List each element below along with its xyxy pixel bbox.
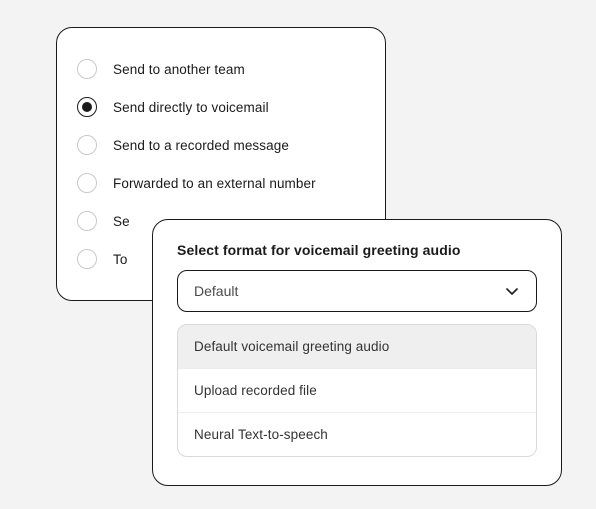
dropdown-option-upload-file[interactable]: Upload recorded file <box>178 369 536 413</box>
format-select-value: Default <box>194 283 238 299</box>
radio-label: Forwarded to an external number <box>113 176 316 191</box>
dropdown-option-neural-tts[interactable]: Neural Text-to-speech <box>178 413 536 456</box>
radio-option-send-directly-to-voicemail[interactable]: Send directly to voicemail <box>77 88 365 126</box>
radio-dot-icon <box>82 102 92 112</box>
radio-icon <box>77 173 97 193</box>
radio-label: Send directly to voicemail <box>113 100 269 115</box>
dropdown-option-label: Neural Text-to-speech <box>194 427 328 442</box>
radio-label: Send to a recorded message <box>113 138 289 153</box>
radio-icon <box>77 249 97 269</box>
dropdown-option-default-greeting[interactable]: Default voicemail greeting audio <box>178 325 536 369</box>
radio-icon <box>77 59 97 79</box>
dropdown-option-label: Default voicemail greeting audio <box>194 339 389 354</box>
radio-label: To <box>113 252 127 267</box>
radio-icon <box>77 211 97 231</box>
radio-icon-selected <box>77 97 97 117</box>
radio-icon <box>77 135 97 155</box>
format-title: Select format for voicemail greeting aud… <box>177 242 537 258</box>
dropdown-option-label: Upload recorded file <box>194 383 317 398</box>
radio-option-send-to-recorded-message[interactable]: Send to a recorded message <box>77 126 365 164</box>
radio-label: Send to another team <box>113 62 245 77</box>
radio-option-forwarded-to-external-number[interactable]: Forwarded to an external number <box>77 164 365 202</box>
voicemail-format-card: Select format for voicemail greeting aud… <box>152 219 562 486</box>
format-dropdown: Default voicemail greeting audio Upload … <box>177 324 537 457</box>
format-select[interactable]: Default <box>177 270 537 312</box>
chevron-down-icon <box>504 283 520 299</box>
radio-label: Se <box>113 214 130 229</box>
radio-option-send-to-another-team[interactable]: Send to another team <box>77 50 365 88</box>
